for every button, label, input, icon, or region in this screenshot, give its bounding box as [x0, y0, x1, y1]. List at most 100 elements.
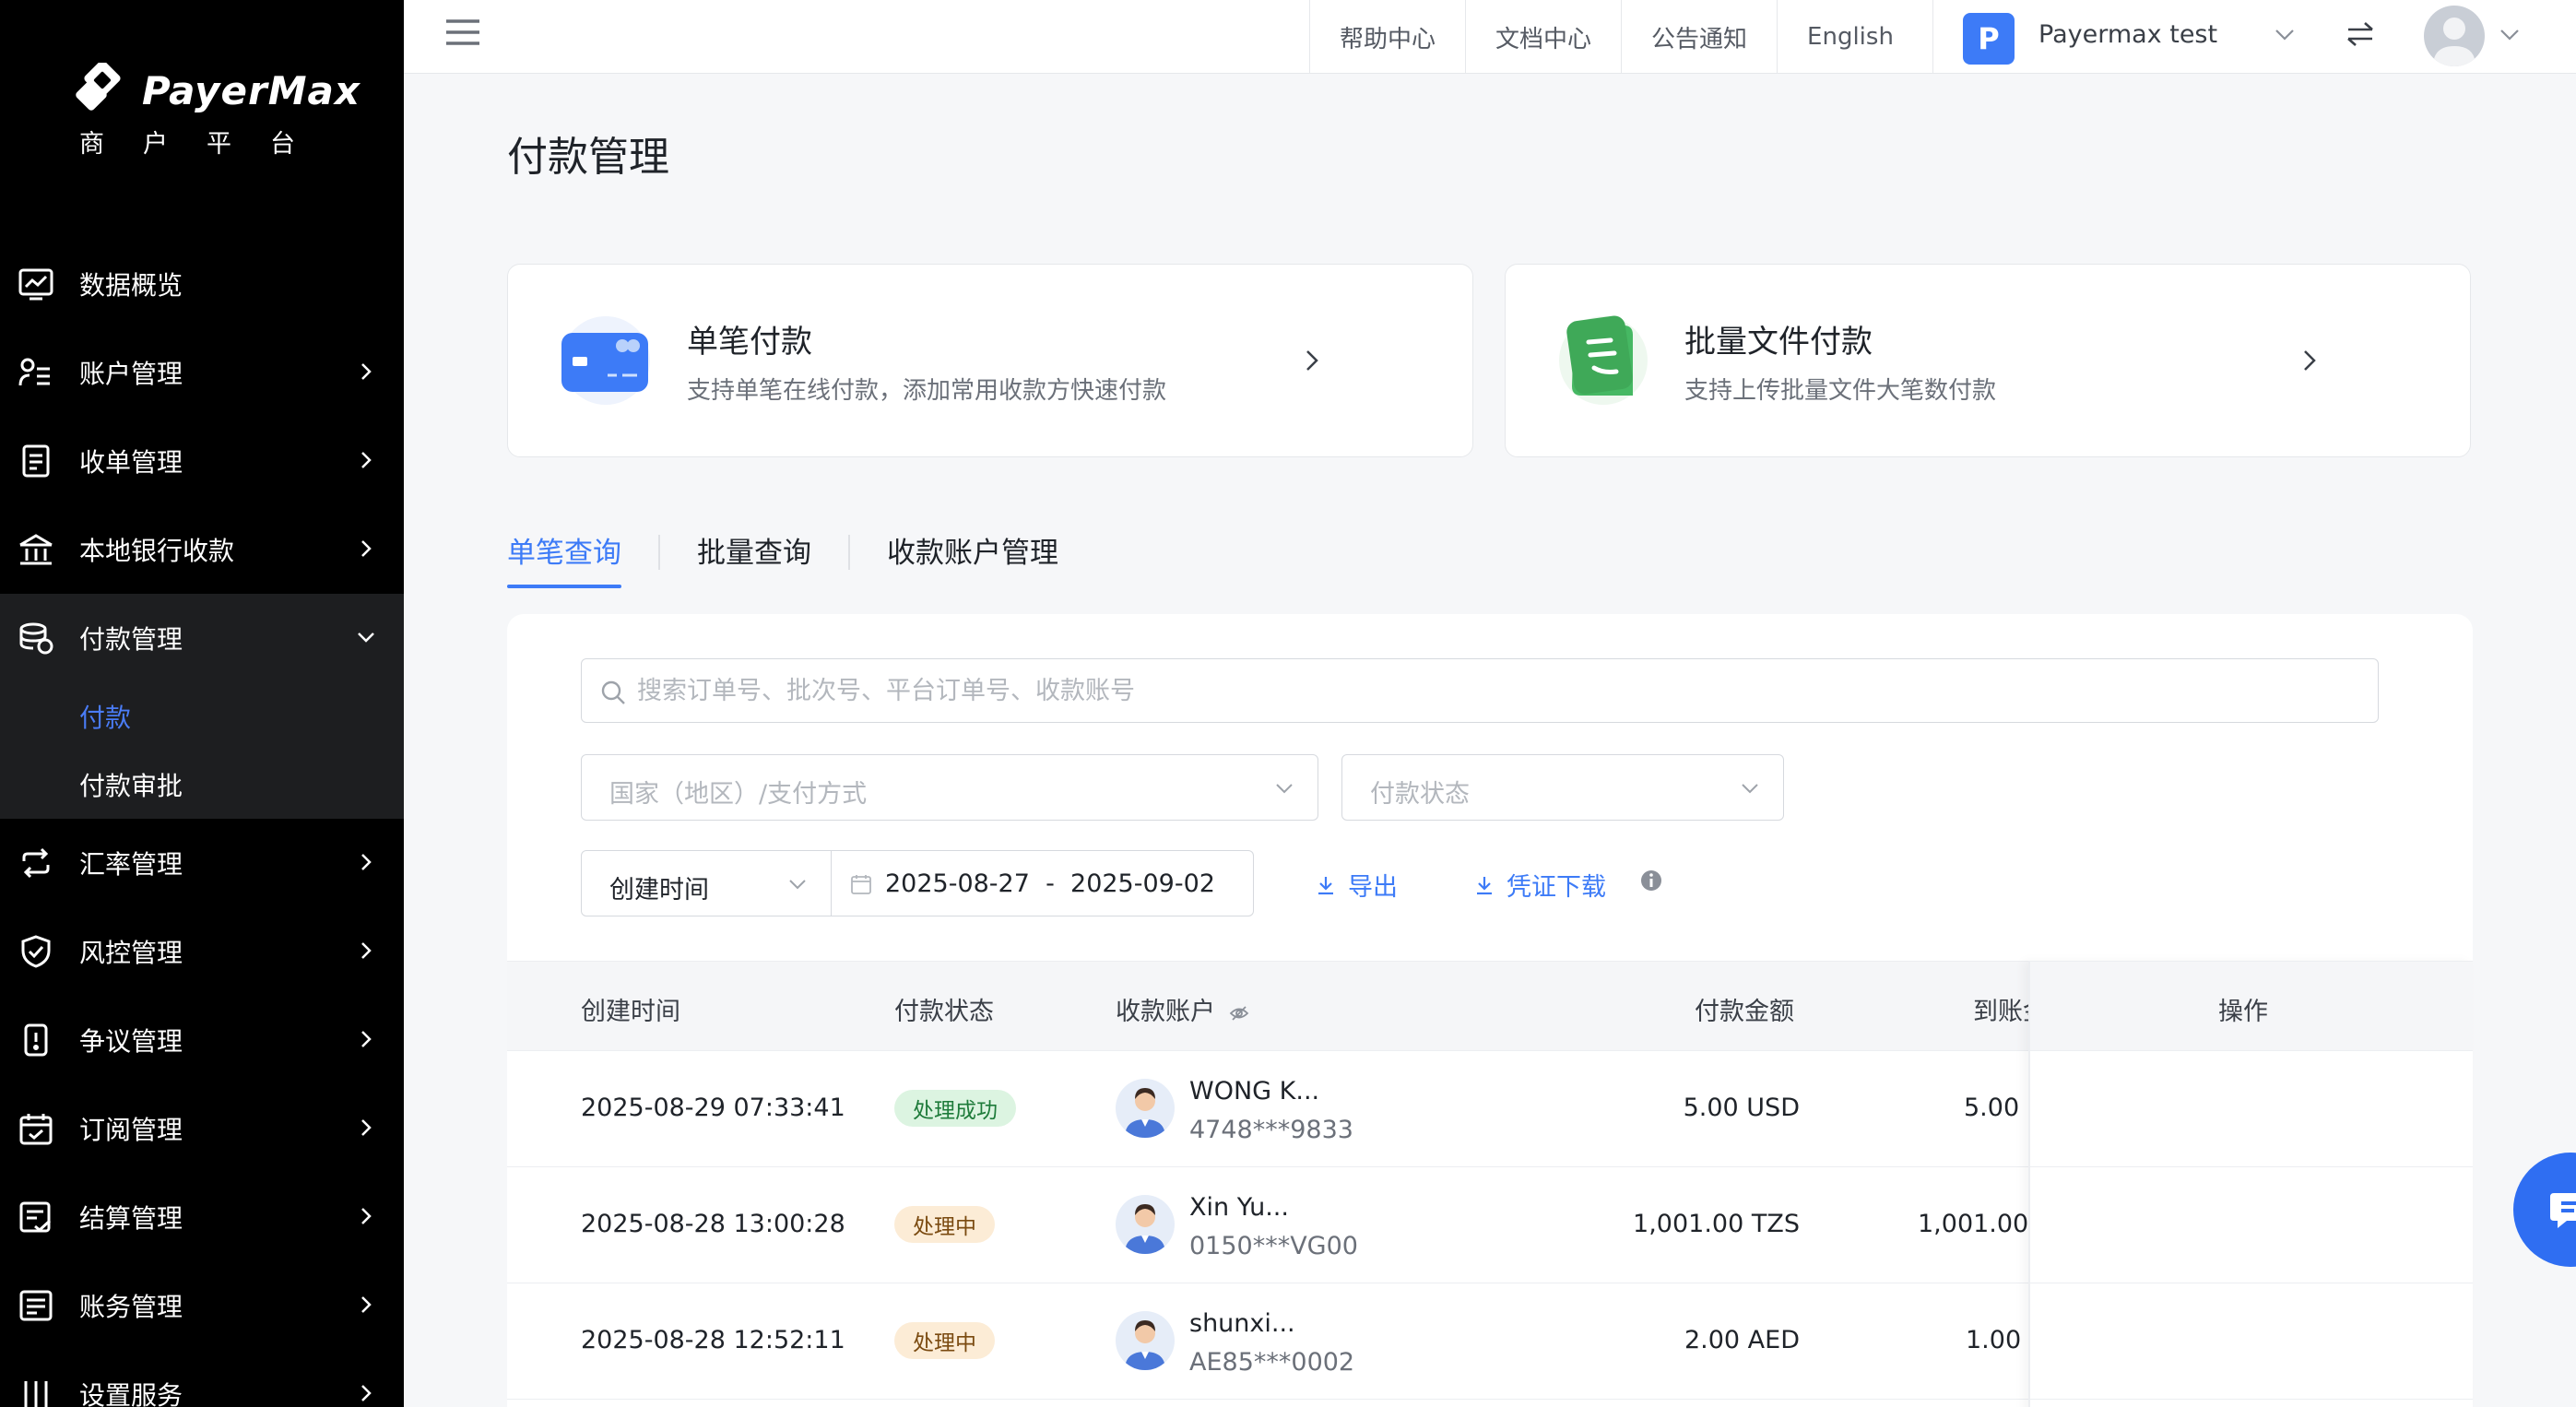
merchant-avatar: P — [1963, 13, 2015, 65]
tab-batch-query[interactable]: 批量查询 — [697, 516, 811, 588]
bank-icon — [19, 534, 53, 565]
date-end: 2025-09-02 — [1070, 869, 1215, 898]
sidebar: PayerMax 商户平台 数据概览 账户管理 收单管理 本地银行收款 付款管理 — [0, 0, 404, 1407]
sidebar-item-label: 风控管理 — [79, 938, 183, 968]
eye-off-icon[interactable] — [1229, 1003, 1249, 1023]
account-avatar — [1116, 1079, 1175, 1138]
date-start: 2025-08-27 — [885, 869, 1030, 898]
arrival-amount: 1.00 AED — [1966, 1326, 2028, 1354]
sidebar-item-local-bank[interactable]: 本地银行收款 — [0, 505, 404, 594]
sidebar-item-label: 付款管理 — [79, 624, 183, 655]
actions-column: 操作 — [2028, 961, 2473, 1407]
docs-center-link[interactable]: 文档中心 — [1465, 0, 1621, 74]
column-header-created-time[interactable]: 创建时间 — [581, 991, 680, 1027]
chevron-right-icon — [361, 452, 372, 468]
row-created-time: 2025-08-28 12:52:11 — [581, 1326, 845, 1354]
sidebar-item-settlement[interactable]: 结算管理 — [0, 1173, 404, 1261]
sidebar-subitem-payment-approval[interactable]: 付款审批 — [0, 751, 404, 819]
chart-monitor-icon — [18, 268, 53, 301]
language-switch[interactable]: English — [1777, 0, 1923, 74]
query-tabs: 单笔查询 批量查询 收款账户管理 — [507, 516, 1058, 588]
payment-status-select[interactable]: 付款状态 — [1341, 754, 1784, 821]
help-center-link[interactable]: 帮助中心 — [1309, 0, 1465, 74]
chevron-down-icon — [1742, 784, 1758, 794]
search-input[interactable] — [637, 659, 2352, 722]
sidebar-subitem-payment[interactable]: 付款 — [0, 682, 404, 751]
row-created-time: 2025-08-29 07:33:41 — [581, 1094, 845, 1122]
tab-divider — [658, 535, 660, 570]
column-header-amount[interactable]: 付款金额 — [1695, 991, 1794, 1027]
arrival-amount: 5.00 USD — [1964, 1094, 2028, 1122]
export-button[interactable]: 导出 — [1315, 867, 1398, 903]
ledger-icon — [19, 1290, 53, 1321]
single-payment-card[interactable]: 单笔付款 支持单笔在线付款，添加常用收款方快速付款 — [507, 264, 1473, 457]
date-separator: - — [1046, 869, 1055, 898]
select-value: 创建时间 — [609, 876, 709, 904]
column-header-status[interactable]: 付款状态 — [894, 991, 994, 1027]
payment-amount: 1,001.00 TZS — [1633, 1210, 1800, 1238]
document-icon — [22, 444, 50, 478]
calendar-icon — [851, 875, 871, 894]
swap-icon[interactable] — [2345, 18, 2376, 50]
info-icon[interactable] — [1639, 869, 1663, 893]
sidebar-item-subscription[interactable]: 订阅管理 — [0, 1084, 404, 1173]
sidebar-item-accounts[interactable]: 账户管理 — [0, 328, 404, 417]
shield-icon — [21, 935, 51, 968]
voucher-download-button[interactable]: 凭证下载 — [1473, 867, 1606, 903]
chevron-right-icon — [361, 854, 372, 870]
card-title: 单笔付款 — [687, 324, 812, 361]
column-header-account-label: 收款账户 — [1116, 998, 1215, 1026]
chevron-down-icon — [789, 880, 806, 890]
account-avatar — [1116, 1311, 1175, 1370]
tab-payee-accounts[interactable]: 收款账户管理 — [887, 516, 1058, 588]
user-list-icon — [18, 358, 50, 386]
sidebar-item-label: 汇率管理 — [79, 849, 183, 880]
settings-icon — [24, 1381, 48, 1407]
sidebar-item-payout[interactable]: 付款管理 — [0, 594, 404, 682]
account-name: shunxi... — [1189, 1309, 1295, 1338]
sidebar-item-acquiring[interactable]: 收单管理 — [0, 417, 404, 505]
row-actions[interactable] — [2030, 1167, 2473, 1283]
card-icon — [561, 316, 650, 405]
row-created-time: 2025-08-28 13:00:28 — [581, 1210, 845, 1238]
chevron-right-icon — [361, 540, 372, 557]
sidebar-nav: 数据概览 账户管理 收单管理 本地银行收款 付款管理 付款 付款审批 汇率管理 … — [0, 240, 404, 1407]
announcements-link[interactable]: 公告通知 — [1621, 0, 1777, 74]
select-placeholder: 付款状态 — [1370, 780, 1470, 809]
menu-icon[interactable] — [444, 17, 481, 48]
column-header-account[interactable]: 收款账户 — [1116, 991, 1249, 1027]
sidebar-group-payout: 付款管理 付款 付款审批 — [0, 594, 404, 819]
chevron-right-icon — [2304, 350, 2316, 371]
sidebar-item-dashboard[interactable]: 数据概览 — [0, 240, 404, 328]
download-icon — [1477, 876, 1492, 894]
sidebar-item-label: 数据概览 — [79, 270, 183, 301]
account-number: 4748***9833 — [1189, 1116, 1353, 1144]
time-type-select[interactable]: 创建时间 — [581, 850, 832, 916]
sidebar-item-dispute[interactable]: 争议管理 — [0, 996, 404, 1084]
chevron-down-icon — [2500, 30, 2519, 41]
support-chat-button[interactable] — [2513, 1153, 2576, 1267]
sidebar-item-label: 争议管理 — [79, 1026, 183, 1057]
tab-single-query[interactable]: 单笔查询 — [507, 516, 621, 588]
row-actions[interactable] — [2030, 1283, 2473, 1400]
country-method-select[interactable]: 国家（地区）/支付方式 — [581, 754, 1318, 821]
row-actions[interactable] — [2030, 1051, 2473, 1167]
chevron-right-icon — [361, 942, 372, 959]
chevron-right-icon — [361, 1031, 372, 1047]
merchant-switcher[interactable]: P Payermax test — [1932, 0, 2576, 74]
status-badge: 处理中 — [894, 1322, 995, 1359]
batch-file-payment-card[interactable]: 批量文件付款 支持上传批量文件大笔数付款 — [1505, 264, 2471, 457]
user-avatar[interactable] — [2424, 6, 2485, 66]
date-range-picker[interactable]: 2025-08-27 - 2025-09-02 — [832, 850, 1254, 916]
chevron-right-icon — [1306, 350, 1318, 371]
column-header-arrival[interactable]: 到账金额 — [1973, 991, 2028, 1027]
sidebar-item-label: 账务管理 — [79, 1292, 183, 1322]
card-description: 支持上传批量文件大笔数付款 — [1684, 377, 1997, 405]
sidebar-item-ledger[interactable]: 账务管理 — [0, 1261, 404, 1350]
sidebar-item-settings[interactable]: 设置服务 — [0, 1350, 404, 1407]
sidebar-item-risk[interactable]: 风控管理 — [0, 907, 404, 996]
sidebar-item-label: 结算管理 — [79, 1203, 183, 1234]
person-icon — [1125, 1088, 1165, 1138]
sidebar-item-fx[interactable]: 汇率管理 — [0, 819, 404, 907]
chevron-right-icon — [361, 1119, 372, 1136]
